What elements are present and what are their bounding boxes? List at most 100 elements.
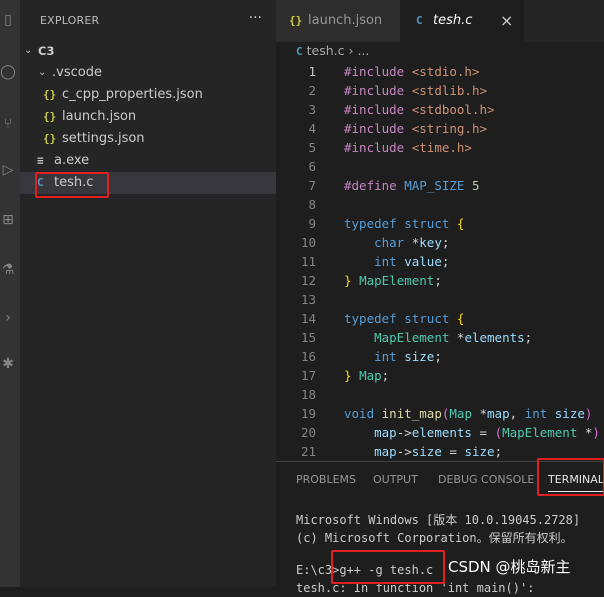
code-line[interactable]: 21 map->size = size; — [276, 442, 604, 460]
panel-tab-label: DEBUG CONSOLE — [438, 473, 535, 486]
terminal-line: (c) Microsoft Corporation。保留所有权利。 — [296, 531, 573, 545]
code-line[interactable]: 2 #include <stdlib.h> — [276, 81, 604, 100]
line-number: 8 — [308, 197, 316, 212]
line-number: 15 — [300, 330, 316, 345]
code-line[interactable]: 11 int value; — [276, 252, 604, 271]
code-text: #include <stdio.h> — [344, 64, 480, 79]
tree-file-launch-json[interactable]: {} launch.json — [20, 106, 276, 128]
run-debug-icon[interactable]: ▷ — [0, 162, 16, 178]
code-text: #include <time.h> — [344, 140, 472, 155]
json-file-icon: {} — [43, 110, 57, 123]
tab-label: tesh.c — [433, 13, 473, 28]
line-number: 5 — [308, 140, 316, 155]
close-icon[interactable]: × — [500, 0, 513, 42]
binary-file-icon: ≡ — [37, 154, 44, 167]
code-text: } Map; — [344, 368, 390, 383]
code-line[interactable]: 9 typedef struct { — [276, 214, 604, 233]
file-label: settings.json — [62, 131, 145, 146]
code-text: map->elements = (MapElement *) — [374, 425, 600, 440]
search-icon[interactable]: ◯ — [0, 64, 16, 80]
line-number: 18 — [300, 387, 316, 402]
tab-launch-json[interactable]: {} launch.json — [276, 0, 400, 42]
chevron-down-icon: ⌄ — [38, 67, 47, 78]
settings-icon[interactable]: ✱ — [0, 356, 16, 372]
active-tab-underline — [548, 491, 604, 492]
panel-tab-terminal[interactable]: TERMINAL — [548, 462, 604, 498]
code-line[interactable]: 15 MapElement *elements; — [276, 328, 604, 347]
code-text: } MapElement; — [344, 273, 442, 288]
code-line[interactable]: 6 — [276, 157, 604, 176]
breadcrumb: C tesh.c › ... — [296, 42, 369, 62]
tree-root-c3[interactable]: ⌄ C3 — [20, 40, 276, 62]
code-editor[interactable]: 1 #include <stdio.h> 2 #include <stdlib.h> 3… — [276, 62, 604, 460]
source-control-icon[interactable]: ⑂ — [0, 116, 16, 132]
panel-tab-output[interactable]: OUTPUT — [373, 462, 418, 498]
terminal-line: Microsoft Windows [版本 10.0.19045.2728] — [296, 513, 581, 527]
json-file-icon: {} — [43, 132, 57, 145]
activity-bar: ▯ ◯ ⑂ ▷ ⊞ ⚗ › ✱ — [0, 0, 20, 587]
line-number: 14 — [300, 311, 316, 326]
line-number: 12 — [300, 273, 316, 288]
line-number: 20 — [300, 425, 316, 440]
line-number: 6 — [308, 159, 316, 174]
code-line[interactable]: 12 } MapElement; — [276, 271, 604, 290]
tree-file-settings-json[interactable]: {} settings.json — [20, 128, 276, 150]
panel-tab-debug-console[interactable]: DEBUG CONSOLE — [438, 462, 534, 498]
remote-icon[interactable]: › — [0, 310, 16, 326]
extensions-icon[interactable]: ⊞ — [0, 212, 16, 228]
code-line[interactable]: 20 map->elements = (MapElement *) — [276, 423, 604, 442]
json-file-icon: {} — [289, 14, 303, 27]
code-line[interactable]: 7 #define MAP_SIZE 5 — [276, 176, 604, 195]
code-line[interactable]: 1 #include <stdio.h> — [276, 62, 604, 81]
c-file-icon: C — [37, 176, 44, 189]
line-number: 1 — [308, 64, 316, 79]
code-text: #include <stdbool.h> — [344, 102, 495, 117]
c-file-icon: C — [296, 45, 303, 58]
code-text: typedef struct { — [344, 216, 465, 231]
line-number: 2 — [308, 83, 316, 98]
breadcrumb-separator: › — [348, 43, 354, 58]
code-line[interactable]: 4 #include <string.h> — [276, 119, 604, 138]
panel-tab-label: TERMINAL — [548, 473, 604, 486]
editor-tabs: {} launch.json C tesh.c × — [276, 0, 604, 42]
breadcrumb-file[interactable]: tesh.c — [307, 43, 345, 58]
code-line[interactable]: 18 — [276, 385, 604, 404]
tree-file-a-exe[interactable]: ≡ a.exe — [20, 150, 276, 172]
code-text: typedef struct { — [344, 311, 465, 326]
code-line[interactable]: 16 int size; — [276, 347, 604, 366]
root-folder-label: C3 — [38, 44, 55, 58]
breadcrumb-symbol[interactable]: ... — [357, 43, 369, 58]
more-actions-icon[interactable]: ··· — [249, 10, 262, 26]
file-label: launch.json — [62, 109, 137, 124]
tab-label: launch.json — [308, 13, 383, 28]
line-number: 9 — [308, 216, 316, 231]
files-icon[interactable]: ▯ — [0, 12, 16, 28]
code-line[interactable]: 10 char *key; — [276, 233, 604, 252]
code-line[interactable]: 3 #include <stdbool.h> — [276, 100, 604, 119]
code-text: void init_map(Map *map, int size) — [344, 406, 593, 421]
explorer-sidebar: EXPLORER ··· ⌄ C3 ⌄ .vscode {} c_cpp_pro… — [20, 0, 276, 587]
tree-file-c-cpp-properties[interactable]: {} c_cpp_properties.json — [20, 84, 276, 106]
code-line[interactable]: 14 typedef struct { — [276, 309, 604, 328]
code-text: map->size = size; — [374, 444, 503, 459]
tree-file-tesh-c[interactable]: C tesh.c — [20, 172, 276, 194]
code-line[interactable]: 8 — [276, 195, 604, 214]
terminal-line[interactable]: E:\c3>g++ -g tesh.c — [296, 561, 433, 579]
terminal-line: tesh.c: In function 'int main()': — [296, 581, 535, 595]
code-line[interactable]: 17} Map; — [276, 366, 604, 385]
code-line[interactable]: 5 #include <time.h> — [276, 138, 604, 157]
line-number: 10 — [300, 235, 316, 250]
tab-tesh-c[interactable]: C tesh.c × — [400, 0, 524, 42]
code-line[interactable]: 13 — [276, 290, 604, 309]
panel-tab-problems[interactable]: PROBLEMS — [296, 462, 356, 498]
line-number: 11 — [300, 254, 316, 269]
code-text: char *key; — [374, 235, 450, 250]
testing-icon[interactable]: ⚗ — [0, 262, 16, 278]
line-number: 16 — [300, 349, 316, 364]
chevron-down-icon: ⌄ — [24, 45, 33, 56]
watermark-text: CSDN @桃岛新主 — [448, 558, 571, 576]
tree-folder-vscode[interactable]: ⌄ .vscode — [20, 62, 276, 84]
line-number: 21 — [300, 444, 316, 459]
code-line[interactable]: 19 void init_map(Map *map, int size) — [276, 404, 604, 423]
code-text: int value; — [374, 254, 450, 269]
